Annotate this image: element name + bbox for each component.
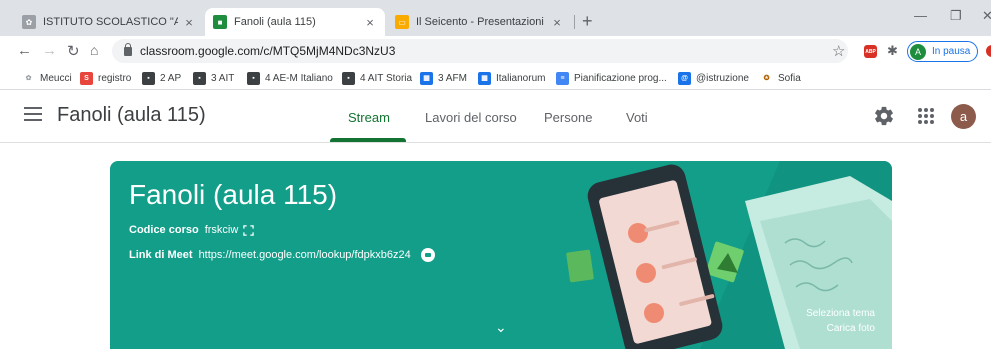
classroom-favicon-icon: ■ xyxy=(213,15,227,29)
classroom-icon: ▪ xyxy=(142,71,155,85)
bookmark-label: 3 AFM xyxy=(438,72,467,84)
chevron-down-icon[interactable]: ⌄ xyxy=(495,319,507,336)
profile-status: In pausa xyxy=(932,46,971,57)
profile-avatar: A xyxy=(910,43,926,60)
browser-tab-istituto[interactable]: ✿ ISTITUTO SCOLASTICO "A.MEUCC × xyxy=(14,8,204,36)
browser-tab-label: Il Seicento - Presentazioni Googl xyxy=(416,16,546,28)
classroom-icon: ▪ xyxy=(193,71,206,85)
bookmark-label: 4 AE-M Italiano xyxy=(265,72,333,84)
maximize-icon[interactable]: ❐ xyxy=(950,8,962,24)
meet-link-url[interactable]: https://meet.google.com/lookup/fdpkxb6z2… xyxy=(199,249,411,261)
bookmark-3afm[interactable]: ▦ 3 AFM xyxy=(420,70,467,86)
fullscreen-icon[interactable] xyxy=(243,224,255,236)
close-tab-icon[interactable]: × xyxy=(550,15,564,30)
back-icon[interactable]: ← xyxy=(17,42,32,59)
settings-gear-icon[interactable] xyxy=(873,105,895,127)
browser-tab-slides[interactable]: ▭ Il Seicento - Presentazioni Googl × xyxy=(387,8,572,36)
minimize-icon[interactable]: — xyxy=(914,8,927,23)
bookmark-star-icon[interactable]: ☆ xyxy=(832,42,845,60)
bookmark-label: @istruzione xyxy=(696,72,749,84)
registro-icon: S xyxy=(80,71,93,85)
banner-illustration xyxy=(566,161,892,349)
new-tab-button[interactable]: + xyxy=(582,11,593,32)
calendar-icon: ▦ xyxy=(420,71,433,85)
browser-tab-label: ISTITUTO SCOLASTICO "A.MEUCC xyxy=(43,16,178,28)
close-window-icon[interactable]: ✕ xyxy=(982,8,991,24)
meet-link-label: Link di Meet xyxy=(129,249,193,261)
classroom-icon: ▪ xyxy=(247,71,260,85)
bookmark-istruzione[interactable]: @ @istruzione xyxy=(678,70,749,86)
classroom-header: Fanoli (aula 115) Stream Lavori del cors… xyxy=(0,91,991,143)
bookmark-3ait[interactable]: ▪ 3 AIT xyxy=(193,70,234,86)
bookmark-4ait-storia[interactable]: ▪ 4 AIT Storia xyxy=(342,70,412,86)
bookmark-italianorum[interactable]: ▦ Italianorum xyxy=(478,70,545,86)
tab-persone[interactable]: Persone xyxy=(544,110,592,125)
course-code-label: Codice corso xyxy=(129,224,199,236)
calendar-icon: ▦ xyxy=(478,71,491,85)
bookmark-pianificazione[interactable]: ≡ Pianificazione prog... xyxy=(556,70,667,86)
bookmark-label: 2 AP xyxy=(160,72,182,84)
tab-separator xyxy=(574,15,575,29)
bookmark-label: Meucci xyxy=(40,72,72,84)
meet-link-row: Link di Meet https://meet.google.com/loo… xyxy=(129,248,435,262)
bookmark-meucci[interactable]: ✿ Meucci xyxy=(22,70,72,86)
classroom-icon: ▪ xyxy=(342,71,355,85)
address-bar[interactable]: classroom.google.com/c/MTQ5MjM4NDc3NzU3 xyxy=(112,39,848,63)
select-theme-link[interactable]: Seleziona tema xyxy=(806,308,875,319)
lock-icon xyxy=(124,42,132,56)
browser-tab-label: Fanoli (aula 115) xyxy=(234,16,316,28)
meet-video-icon[interactable] xyxy=(420,248,435,262)
slides-favicon-icon: ▭ xyxy=(395,15,409,29)
docs-icon: ≡ xyxy=(556,71,569,85)
active-tab-indicator xyxy=(330,138,406,142)
banner-class-title[interactable]: Fanoli (aula 115) xyxy=(129,179,337,211)
user-avatar[interactable]: a xyxy=(951,104,976,129)
bookmark-2ap[interactable]: ▪ 2 AP xyxy=(142,70,181,86)
bookmark-registro[interactable]: S registro xyxy=(80,70,131,86)
tab-voti[interactable]: Voti xyxy=(626,110,648,125)
sofia-icon: ✪ xyxy=(760,71,773,85)
bookmark-label: Sofia xyxy=(778,72,801,84)
browser-tab-strip: ✿ ISTITUTO SCOLASTICO "A.MEUCC × ■ Fanol… xyxy=(0,0,991,36)
bookmark-label: Italianorum xyxy=(496,72,546,84)
bookmark-label: registro xyxy=(98,72,132,84)
extensions-puzzle-icon[interactable]: ✱ xyxy=(887,43,898,59)
reload-icon[interactable]: ↻ xyxy=(67,42,80,60)
bookmark-4aem[interactable]: ▪ 4 AE-M Italiano xyxy=(247,70,333,86)
tab-stream[interactable]: Stream xyxy=(348,110,390,125)
close-tab-icon[interactable]: × xyxy=(363,15,377,30)
hamburger-menu-icon[interactable] xyxy=(24,107,42,121)
bookmark-label: Pianificazione prog... xyxy=(574,72,667,84)
course-code-value: frskciw xyxy=(204,224,239,236)
bookmarks-bar: ✿ Meucci S registro ▪ 2 AP ▪ 3 AIT ▪ 4 A… xyxy=(0,66,991,90)
address-text: classroom.google.com/c/MTQ5MjM4NDc3NzU3 xyxy=(140,44,396,58)
profile-chip[interactable]: A In pausa xyxy=(907,41,979,62)
upload-photo-link[interactable]: Carica foto xyxy=(827,323,875,334)
close-tab-icon[interactable]: × xyxy=(182,15,196,30)
adblock-extension-icon[interactable]: ABP xyxy=(864,45,877,58)
school-icon: ✿ xyxy=(22,71,35,85)
bookmark-label: 3 AIT xyxy=(211,72,235,84)
forward-icon[interactable]: → xyxy=(42,42,57,59)
home-icon[interactable]: ⌂ xyxy=(90,42,98,58)
course-code-row: Codice corso frskciw xyxy=(129,224,255,236)
tab-lavori-del-corso[interactable]: Lavori del corso xyxy=(425,110,517,125)
browser-tab-classroom[interactable]: ■ Fanoli (aula 115) × xyxy=(205,8,385,36)
bookmark-sofia[interactable]: ✪ Sofia xyxy=(760,70,801,86)
bookmark-label: 4 AIT Storia xyxy=(360,72,413,84)
extension-icon[interactable] xyxy=(986,45,991,57)
google-apps-icon[interactable] xyxy=(918,108,934,124)
class-banner: Fanoli (aula 115) Codice corso frskciw L… xyxy=(110,161,892,349)
school-favicon-icon: ✿ xyxy=(22,15,36,29)
class-title[interactable]: Fanoli (aula 115) xyxy=(57,104,206,127)
mail-icon: @ xyxy=(678,71,691,85)
browser-toolbar: ← → ↻ ⌂ classroom.google.com/c/MTQ5MjM4N… xyxy=(0,36,991,66)
